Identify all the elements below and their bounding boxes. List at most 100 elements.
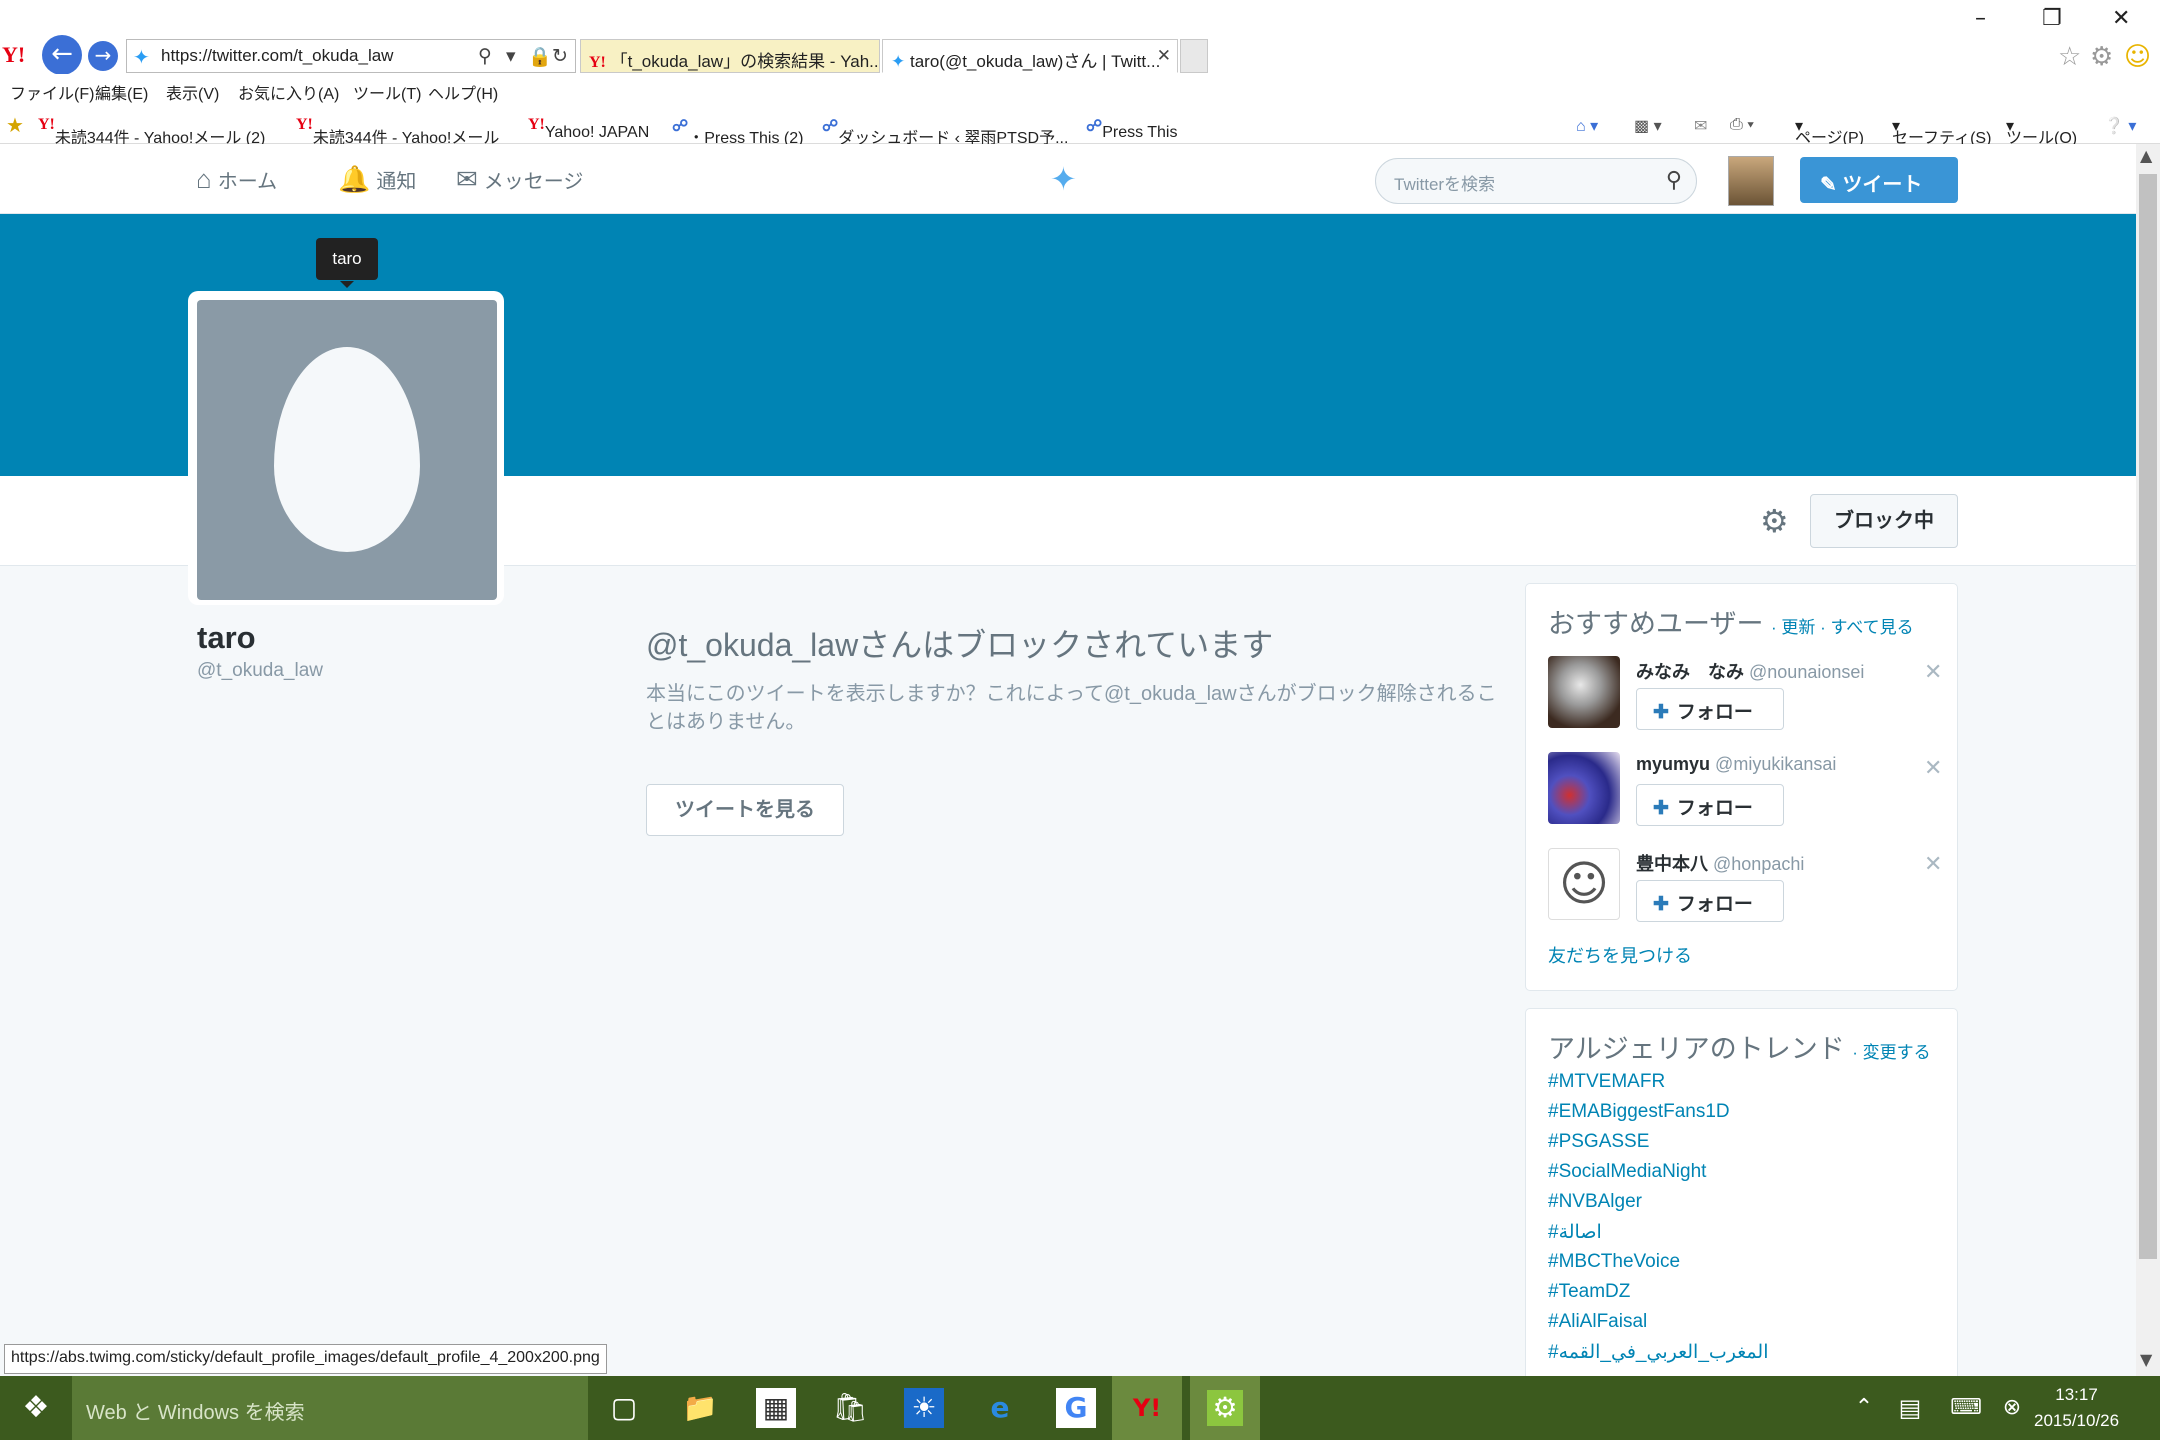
twitter-bird-icon[interactable]: ✦ (1050, 160, 1077, 198)
trend-item[interactable]: #MTVEMAFR (1548, 1071, 1665, 1093)
blocked-button[interactable]: ブロック中 (1810, 494, 1958, 548)
dismiss-icon[interactable]: ✕ (1924, 660, 1942, 685)
ie-page-icon: ☍ (672, 118, 689, 135)
smiley-icon[interactable]: ☺ (2124, 42, 2151, 72)
view-tweets-button[interactable]: ツイートを見る (646, 784, 844, 836)
scroll-thumb[interactable] (2139, 174, 2157, 1259)
restore-icon[interactable]: ❐ (2042, 6, 2062, 31)
print-icon[interactable]: ⎙ ▾ (1730, 116, 1754, 134)
fav-press-this-2[interactable]: ☍ ・Press This (2) (672, 116, 804, 147)
fav-dashboard[interactable]: ☍ ダッシュボード ‹ 翠雨PTSD予... (822, 116, 1068, 147)
close-icon[interactable]: ✕ (2112, 6, 2130, 31)
ie-settings-taskbar-icon[interactable]: ⚙ (1190, 1376, 1260, 1440)
edge-icon[interactable]: e (980, 1388, 1020, 1428)
ime-icon[interactable]: ⊗ (1992, 1388, 2032, 1428)
menu-edit[interactable]: 編集(E) (95, 80, 148, 104)
trend-item[interactable]: #TeamDZ (1548, 1281, 1630, 1303)
gear-icon[interactable]: ⚙ (1760, 502, 1789, 540)
cmd-safety[interactable]: セーフティ(S) ▾ (1892, 116, 1991, 147)
help-icon[interactable]: ❔ ▾ (2104, 116, 2136, 136)
refresh-link[interactable]: 更新 (1781, 618, 1815, 637)
follow-button[interactable]: ✚ フォロー (1636, 784, 1784, 826)
minimize-icon[interactable]: – (1975, 6, 1986, 31)
windows-start-icon[interactable]: ❖ (0, 1376, 72, 1440)
dropdown-icon[interactable]: ▾ (506, 45, 516, 67)
dismiss-icon[interactable]: ✕ (1924, 852, 1942, 877)
yahoo-taskbar-icon[interactable]: Y! (1112, 1376, 1182, 1440)
back-button[interactable]: ← (42, 35, 82, 75)
view-all-link[interactable]: すべて見る (1830, 618, 1913, 637)
find-friends-link[interactable]: 友だちを見つける (1548, 942, 1692, 968)
menu-file[interactable]: ファイル(F) (10, 80, 94, 104)
follow-button[interactable]: ✚ フォロー (1636, 688, 1784, 730)
notification-icon[interactable]: ▤ (1890, 1388, 1930, 1428)
tab-twitter[interactable]: ✦ taro(@t_okuda_law)さん | Twitt... ✕ (882, 39, 1178, 73)
trend-item[interactable]: #اصالة (1548, 1221, 1602, 1244)
cmd-tools[interactable]: ツール(O) ▾ (2006, 116, 2077, 147)
home-icon: ⌂ (196, 164, 212, 194)
google-icon[interactable]: G (1056, 1388, 1096, 1428)
cmd-page[interactable]: ページ(P) ▾ (1795, 116, 1864, 147)
menu-favorites[interactable]: お気に入り(A) (238, 80, 339, 104)
nav-home[interactable]: ⌂ ホーム (196, 164, 277, 195)
forward-button[interactable]: → (88, 41, 118, 71)
nav-notifications[interactable]: 🔔 通知 (338, 164, 416, 195)
taskbar-clock[interactable]: 13:17 2015/10/26 (2034, 1382, 2119, 1434)
task-view-icon[interactable]: ▢ (604, 1388, 644, 1428)
trend-item[interactable]: #SocialMediaNight (1548, 1161, 1706, 1183)
tab-yahoo-search[interactable]: Y! 「t_okuda_law」の検索結果 - Yah... (580, 39, 880, 73)
favorites-star-icon[interactable]: ☆ (2058, 42, 2081, 72)
profile-name[interactable]: taro (197, 620, 256, 656)
search-icon[interactable]: ⚲ (1666, 167, 1682, 193)
settings-gear-icon[interactable]: ⚙ (2090, 42, 2113, 72)
weather-icon[interactable]: ☀ (904, 1388, 944, 1428)
follow-button[interactable]: ✚ フォロー (1636, 880, 1784, 922)
close-tab-icon[interactable]: ✕ (1157, 46, 1171, 66)
new-tab-button[interactable] (1180, 39, 1208, 73)
trend-item[interactable]: #NVBAlger (1548, 1191, 1642, 1213)
user-avatar[interactable] (1548, 656, 1620, 728)
page-scrollbar[interactable]: ▲ ▼ (2136, 144, 2160, 1376)
fav-yahoo-mail-2[interactable]: Y! 未読344件 - Yahoo!メール (296, 116, 499, 147)
nav-notifications-label: 通知 (376, 171, 417, 193)
dismiss-icon[interactable]: ✕ (1924, 756, 1942, 781)
tweet-button[interactable]: ✎ ツイート (1800, 157, 1958, 203)
mail-icon[interactable]: ✉ (1694, 116, 1707, 136)
scroll-down-icon[interactable]: ▼ (2140, 1350, 2152, 1369)
profile-handle[interactable]: @t_okuda_law (197, 660, 323, 682)
menu-view[interactable]: 表示(V) (166, 80, 219, 104)
nav-messages[interactable]: ✉ メッセージ (456, 164, 583, 195)
trend-item[interactable]: #AliAlFaisal (1548, 1311, 1647, 1333)
taskbar-search-input[interactable]: Web と Windows を検索 (72, 1376, 588, 1440)
fav-yahoo-mail-1[interactable]: Y! 未読344件 - Yahoo!メール (2) (38, 116, 265, 147)
chevron-up-icon[interactable]: ⌃ (1844, 1388, 1884, 1428)
menu-tools[interactable]: ツール(T) (353, 80, 421, 104)
fav-yahoo-japan[interactable]: Y! Yahoo! JAPAN (528, 116, 649, 141)
rss-icon[interactable]: ▩ ▾ (1634, 116, 1662, 136)
favorites-icon[interactable]: ★ (6, 113, 24, 138)
search-icon[interactable]: ⚲ (478, 45, 492, 67)
store-icon[interactable]: 🛍 (830, 1388, 870, 1428)
home-icon[interactable]: ⌂ ▾ (1576, 116, 1598, 136)
app-icon[interactable]: ▦ (756, 1388, 796, 1428)
fav-press-this[interactable]: ☍ Press This (1086, 116, 1177, 141)
scroll-up-icon[interactable]: ▲ (2140, 146, 2152, 165)
change-trends-link[interactable]: 変更する (1863, 1043, 1931, 1062)
avatar[interactable] (1728, 156, 1774, 206)
keyboard-icon[interactable]: ⌨ (1946, 1388, 1986, 1428)
search-input[interactable]: Twitterを検索 ⚲ (1375, 158, 1697, 204)
yahoo-icon: Y! (296, 116, 313, 133)
trend-item[interactable]: #EMABiggestFans1D (1548, 1101, 1730, 1123)
lock-icon[interactable]: 🔒 (528, 45, 552, 68)
refresh-icon[interactable]: ↻ (552, 45, 568, 67)
user-name[interactable]: みなみ なみ @nounaionsei (1636, 658, 1864, 684)
trend-item[interactable]: #PSGASSE (1548, 1131, 1649, 1153)
user-name[interactable]: myumyu @miyukikansai (1636, 754, 1836, 775)
trend-item[interactable]: #MBCTheVoice (1548, 1251, 1680, 1273)
user-avatar[interactable] (1548, 752, 1620, 824)
user-avatar[interactable]: ☺ (1548, 848, 1620, 920)
user-name[interactable]: 豊中本八 @honpachi (1636, 850, 1804, 876)
file-explorer-icon[interactable]: 📁 (680, 1388, 720, 1428)
trend-item[interactable]: #المغرب_العربي_في_القمه (1548, 1341, 1768, 1364)
menu-help[interactable]: ヘルプ(H) (428, 80, 498, 104)
